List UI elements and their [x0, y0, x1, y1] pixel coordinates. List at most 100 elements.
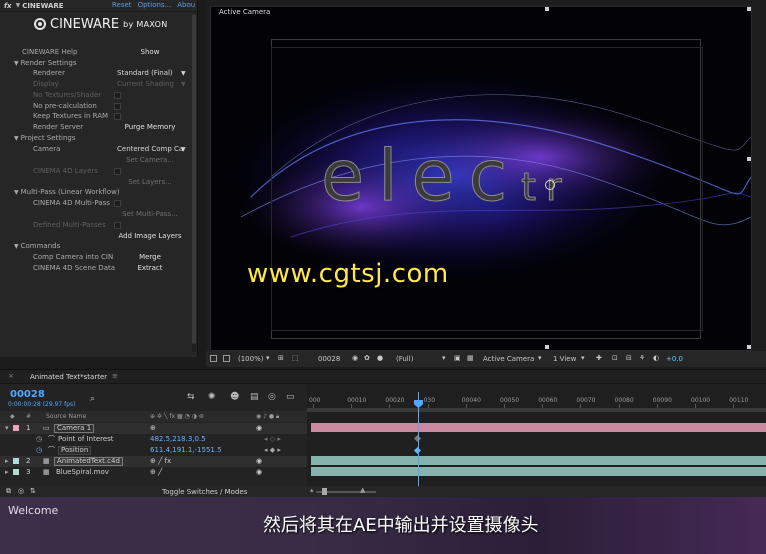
chevron-down-icon[interactable]: ▾ [581, 354, 585, 362]
zoom-dropdown[interactable]: (100%) [238, 355, 263, 363]
layer-switches[interactable]: ⊕ ╱ fx [150, 457, 171, 465]
pixel-aspect-icon[interactable]: ✚ [596, 354, 602, 362]
current-frame[interactable]: 00028 [318, 355, 340, 363]
exposure-value[interactable]: +0.0 [666, 355, 683, 363]
motion-blur-icon[interactable]: ◎ [268, 392, 276, 402]
bounding-handle[interactable] [545, 345, 549, 349]
extract-button[interactable]: Extract [114, 264, 186, 272]
time-ruler[interactable]: 000 00010 00020 030 00040 00050 00060 00070 0008… [307, 394, 766, 408]
layer-name[interactable]: BlueSpiral.mov [56, 468, 109, 476]
defined-multipasses-checkbox[interactable] [114, 222, 121, 229]
stopwatch-icon[interactable]: ◷ [36, 446, 42, 454]
transparency-icon[interactable]: ▦ [467, 354, 474, 362]
parent-pickwhip-icon[interactable]: ⊕ [150, 424, 156, 432]
reset-link[interactable]: Reset [112, 1, 132, 9]
zoom-slider-knob[interactable] [322, 488, 327, 495]
chevron-down-icon[interactable]: ▼ [181, 146, 186, 153]
effects-scrollbar[interactable] [192, 14, 196, 352]
keep-textures-checkbox[interactable] [114, 113, 121, 120]
close-icon[interactable]: × [8, 372, 14, 380]
show-help-button[interactable]: Show [114, 48, 186, 56]
bounding-handle[interactable] [747, 7, 751, 11]
camera-view-dropdown[interactable]: Active Camera [483, 355, 534, 363]
no-textures-checkbox[interactable] [114, 92, 121, 99]
set-multipass-button[interactable]: Set Multi-Pass... [114, 210, 186, 218]
visibility-eye-icon[interactable]: ◉ [256, 468, 262, 476]
grid-icon[interactable]: ⊞ [278, 354, 284, 362]
bluespiral-layer-bar[interactable] [311, 467, 766, 476]
chevron-down-icon[interactable]: ▾ [266, 354, 270, 362]
set-layers-button[interactable]: Set Layers... [114, 178, 186, 186]
animatedtext-layer-bar[interactable] [311, 456, 766, 465]
draft-3d-icon[interactable]: ✺ [208, 392, 216, 402]
c4d-layers-checkbox[interactable] [114, 168, 121, 175]
current-timecode[interactable]: 00028 [10, 389, 45, 400]
shy-icon[interactable]: ☻ [230, 392, 239, 402]
no-precalc-checkbox[interactable] [114, 103, 121, 110]
expand-triangle-icon[interactable]: ▼ [16, 2, 21, 9]
keyframe-nav-icon[interactable]: ◂ ◇ ▸ [264, 435, 281, 443]
source-name-col-header[interactable]: Source Name [46, 413, 86, 420]
keyframe-nav-icon[interactable]: ◂ ◆ ▸ [264, 446, 281, 454]
bounding-handle[interactable] [545, 7, 549, 11]
timeline-icon[interactable]: ⊟ [626, 354, 632, 362]
composition-tab[interactable]: Animated Text*starter [30, 373, 107, 381]
options-link[interactable]: Options... [138, 1, 172, 9]
bounding-handle[interactable] [747, 345, 751, 349]
viewer-canvas[interactable]: Active Camera electr www.cgtsj.com [210, 6, 752, 351]
layer-name[interactable]: Camera 1 [54, 424, 95, 433]
zoom-in-icon[interactable]: ▲ [360, 486, 365, 494]
property-value[interactable]: 482.5,218.3,0.5 [150, 435, 206, 443]
about-link[interactable]: Abou [177, 1, 195, 9]
visibility-eye-icon[interactable]: ◉ [256, 424, 262, 432]
set-camera-button[interactable]: Set Camera... [114, 156, 186, 164]
comp-mini-flowchart-icon[interactable]: ⇆ [187, 392, 195, 402]
work-area-bar[interactable] [307, 408, 766, 412]
renderer-dropdown[interactable]: Standard (Final) [117, 69, 173, 77]
always-preview-icon[interactable] [210, 355, 217, 362]
fast-preview-icon[interactable]: ⊡ [612, 354, 618, 362]
multipass-group[interactable]: ▼ Multi-Pass (Linear Workflow) [0, 187, 198, 198]
commands-group[interactable]: ▼ Commands [0, 241, 198, 252]
layer-row[interactable]: ▾ 1 ▭ Camera 1 ⊕ ◉ [0, 423, 307, 434]
graph-icon[interactable]: ⌒ [48, 434, 55, 444]
search-icon[interactable]: ⌕ [90, 394, 95, 404]
expand-triangle-icon[interactable]: ▼ [14, 135, 19, 142]
layer-name[interactable]: AnimatedText.c4d [54, 457, 123, 466]
stopwatch-icon[interactable]: ◷ [36, 435, 42, 443]
timeline-tracks[interactable]: 000 00010 00020 030 00040 00050 00060 00070 0008… [307, 384, 766, 498]
layer-switches-pane-icon[interactable]: ⧉ [6, 487, 11, 496]
expand-triangle-icon[interactable]: ▸ [5, 468, 9, 476]
property-row[interactable]: ◷ ⌒ Point of Interest 482.5,218.3,0.5 ◂ … [0, 434, 307, 445]
view-layout-dropdown[interactable]: 1 View [553, 355, 576, 363]
mask-icon[interactable]: ⬚ [292, 354, 299, 362]
camera-layer-bar[interactable] [311, 423, 766, 432]
layer-row[interactable]: ▸ 2 ▦ AnimatedText.c4d ⊕ ╱ fx ◉ [0, 456, 307, 467]
label-color-swatch[interactable] [13, 469, 19, 475]
expand-triangle-icon[interactable]: ▾ [5, 424, 9, 432]
camera-dropdown[interactable]: Centered Comp Ca [117, 145, 183, 153]
label-color-swatch[interactable] [13, 458, 19, 464]
project-settings-group[interactable]: ▼ Project Settings [0, 133, 198, 144]
merge-button[interactable]: Merge [114, 253, 186, 261]
frame-blending-icon[interactable]: ▤ [250, 392, 259, 402]
property-value[interactable]: 611.4,191.1,-1551.5 [150, 446, 222, 454]
c4d-multipass-checkbox[interactable] [114, 200, 121, 207]
visibility-eye-icon[interactable]: ◉ [256, 457, 262, 465]
display-dropdown[interactable]: Current Shading [117, 80, 174, 88]
exposure-icon[interactable]: ◐ [653, 354, 659, 362]
flowchart-icon[interactable]: ⚘ [639, 354, 645, 362]
fx-icon[interactable]: fx [4, 2, 12, 10]
zoom-out-icon[interactable]: ▴ [310, 486, 314, 494]
chevron-down-icon[interactable]: ▼ [181, 81, 186, 88]
anchor-point-icon[interactable] [545, 180, 555, 190]
snapshot-icon[interactable]: ◉ [352, 354, 358, 362]
scrollbar-thumb[interactable] [192, 14, 196, 344]
layer-row[interactable]: ▸ 3 ▦ BlueSpiral.mov ⊕ ╱ ◉ [0, 467, 307, 478]
chevron-down-icon[interactable]: ▾ [442, 354, 446, 362]
monitor-icon[interactable] [223, 355, 230, 362]
expand-triangle-icon[interactable]: ▸ [5, 457, 9, 465]
property-row[interactable]: ◷ ⌒ Position 611.4,191.1,-1551.5 ◂ ◆ ▸ [0, 445, 307, 456]
purge-memory-button[interactable]: Purge Memory [114, 123, 186, 131]
panel-menu-icon[interactable]: ≡ [112, 372, 118, 380]
